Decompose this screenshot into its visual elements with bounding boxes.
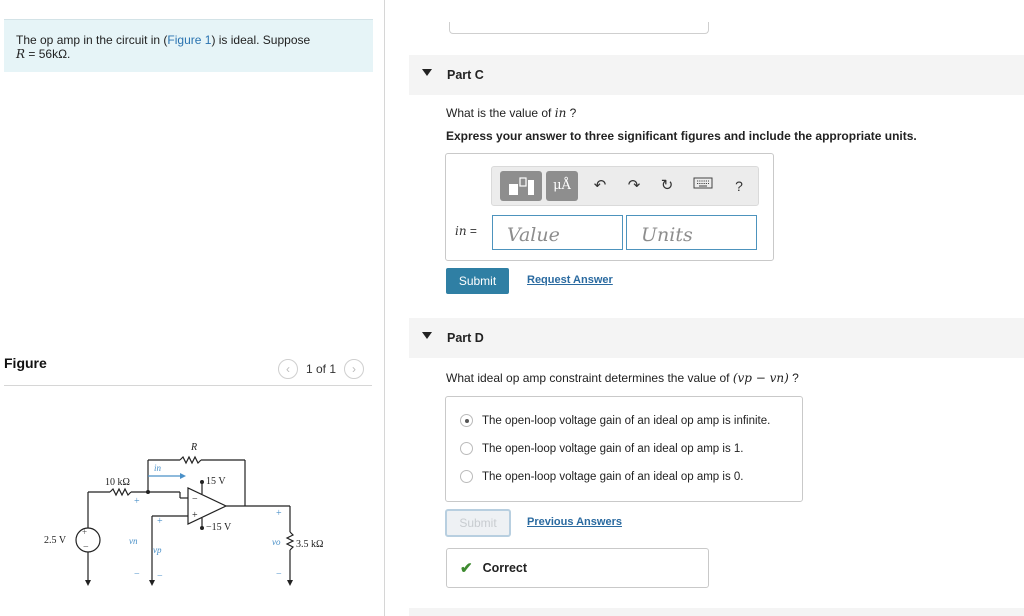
circuit-diagram: + − 2.5 V 10 kΩ + vn − R in − + 15 V −15… [44,442,323,586]
vn-label: vn [129,536,138,546]
problem-text-after: ) is ideal. Suppose [211,33,311,47]
feedback-box: ✔ Correct [446,548,709,588]
vp-label: vp [153,545,162,555]
units-input[interactable] [626,215,757,250]
svg-text:+: + [276,508,282,519]
equation-label: in = [455,224,477,238]
left-panel: The op amp in the circuit in (Figure 1) … [0,0,386,616]
help-icon[interactable]: ? [732,176,746,196]
choice-label: The open-loop voltage gain of an ideal o… [482,414,771,427]
svg-text:−: − [192,494,198,505]
part-c-question-suffix: ? [566,106,577,120]
given-value: = 56kΩ. [25,47,71,61]
caret-down-icon [422,69,432,76]
part-c-question: What is the value of in ? [446,106,576,120]
given-var: R [16,47,26,61]
choice-option[interactable]: The open-loop voltage gain of an ideal o… [460,442,744,455]
problem-statement: The op amp in the circuit in (Figure 1) … [4,19,373,72]
svg-text:+: + [134,496,140,507]
templates-button[interactable] [500,171,542,201]
svg-text:+: + [157,516,163,527]
radio-icon[interactable] [460,470,473,483]
vneg-label: −15 V [206,522,232,533]
resistor-10k-label: 10 kΩ [105,477,130,488]
feedback-text: Correct [482,561,528,575]
current-arrow-icon [180,473,186,479]
equation-sign: = [466,224,477,238]
part-c-question-var: in [554,106,567,120]
redo-icon[interactable]: ↷ [626,176,642,196]
radio-icon[interactable] [460,442,473,455]
svg-text:−: − [157,571,163,582]
part-d-title: Part D [447,331,484,345]
vpos-label: 15 V [206,476,226,487]
units-button[interactable]: μÅ [546,171,578,201]
source-label: 2.5 V [44,535,67,546]
ground-arrow-icon [85,580,91,586]
choice-label: The open-loop voltage gain of an ideal o… [482,442,744,455]
previous-answers-link[interactable]: Previous Answers [527,516,622,528]
figure-link[interactable]: Figure 1 [167,33,211,47]
checkmark-icon: ✔ [460,560,473,577]
choice-option[interactable]: The open-loop voltage gain of an ideal o… [460,414,770,427]
resistor-load-icon [285,531,295,551]
figure-title: Figure [4,355,47,371]
load-label: 3.5 kΩ [296,539,323,550]
templates-icon [509,177,534,195]
chevron-left-icon[interactable]: ‹ [278,359,298,379]
choice-option[interactable]: The open-loop voltage gain of an ideal o… [460,470,744,483]
svg-text:+: + [192,510,198,521]
part-c-question-prefix: What is the value of [446,106,555,120]
value-input[interactable] [492,215,623,250]
resistor-r-label: R [190,442,197,453]
svg-text:−: − [276,569,282,580]
caret-down-icon [422,332,432,339]
reset-icon[interactable]: ↻ [658,176,676,196]
equation-toolbar: μÅ ↶ ↷ ↻ ? [491,166,759,206]
figure-divider [4,385,372,386]
chevron-right-icon[interactable]: › [344,359,365,379]
figure-pager: ‹ 1 of 1 › [278,358,365,380]
page-root: The op amp in the circuit in (Figure 1) … [0,0,1024,616]
keyboard-icon[interactable] [692,176,714,196]
problem-text-before: The op amp in the circuit in ( [16,33,168,47]
svg-text:+: + [82,527,87,537]
part-c-title: Part C [447,68,484,82]
vo-label: vo [272,537,281,547]
part-d-question-expr: (vp − vn) [732,371,789,385]
part-c-submit-button[interactable]: Submit [446,268,509,294]
undo-icon[interactable]: ↶ [592,176,608,196]
request-answer-link[interactable]: Request Answer [527,274,613,286]
in-label: in [154,463,162,473]
resistor-r-icon [179,455,202,465]
resistor-10k-icon [109,487,132,497]
part-d-question: What ideal op amp constraint determines … [446,371,799,385]
part-c-header[interactable]: Part C [409,55,1024,95]
part-c-instruction: Express your answer to three significant… [446,129,917,143]
panel-divider [384,0,385,616]
part-d-question-suffix: ? [788,371,799,385]
radio-selected-icon[interactable] [460,414,473,427]
page-indicator: 1 of 1 [306,362,337,376]
svg-text:−: − [134,569,140,580]
equation-var: in [455,224,467,238]
choice-label: The open-loop voltage gain of an ideal o… [482,470,744,483]
previous-part-box [449,22,709,34]
part-d-question-prefix: What ideal op amp constraint determines … [446,371,733,385]
svg-text:−: − [83,542,89,553]
next-part-header [409,608,1024,616]
part-d-header[interactable]: Part D [409,318,1024,358]
part-d-submit-button: Submit [445,509,511,537]
